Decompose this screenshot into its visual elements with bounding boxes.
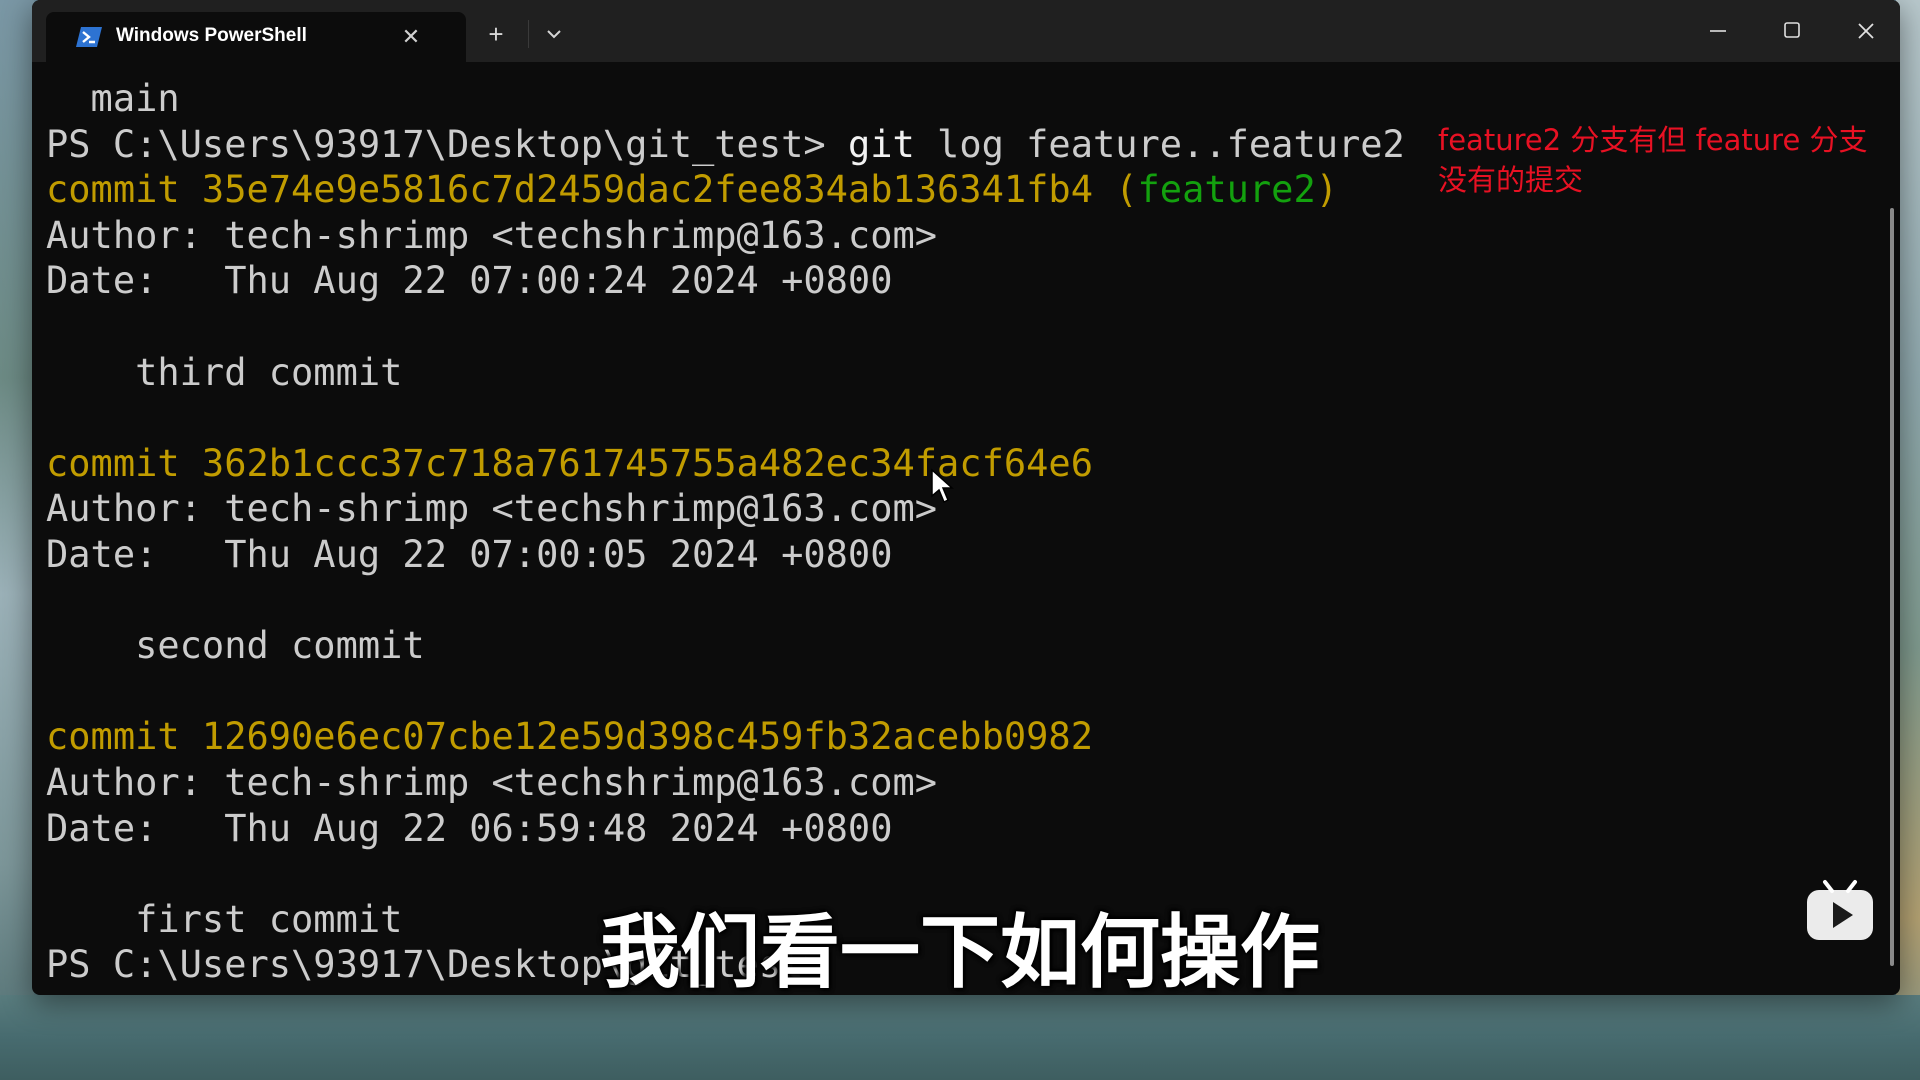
terminal-line: Date: Thu Aug 22 06:59:48 2024 +0800 — [46, 807, 893, 850]
mouse-cursor-icon — [931, 468, 954, 504]
tab-title: Windows PowerShell — [116, 25, 307, 46]
commit-hash: commit 35e74e9e5816c7d2459dac2fee834ab13… — [46, 168, 1116, 211]
maximize-icon[interactable] — [1762, 6, 1822, 56]
command-args: log feature..feature2 — [914, 123, 1405, 166]
annotation-line-2: 没有的提交 — [1438, 163, 1584, 197]
ref-paren-open: ( — [1115, 168, 1138, 211]
video-subtitle: 我们看一下如何操作 — [600, 906, 1320, 999]
terminal-line: Author: tech-shrimp <techshrimp@163.com> — [46, 761, 938, 804]
tab-separator — [528, 20, 529, 48]
terminal-line: Author: tech-shrimp <techshrimp@163.com> — [46, 487, 938, 530]
desktop-background-bottom — [0, 995, 1920, 1080]
prompt-text: PS C:\Users\93917\Desktop\git_test> — [46, 123, 848, 166]
chevron-down-icon[interactable] — [538, 18, 570, 50]
minimize-icon[interactable] — [1688, 6, 1748, 56]
terminal-line: Date: Thu Aug 22 07:00:05 2024 +0800 — [46, 533, 893, 576]
command-text: git — [847, 123, 915, 166]
bilibili-logo-icon — [1807, 880, 1873, 940]
terminal-line: commit 35e74e9e5816c7d2459dac2fee834ab13… — [46, 167, 1338, 212]
close-icon[interactable]: ✕ — [396, 22, 426, 52]
branch-ref: feature2 — [1137, 168, 1316, 211]
ref-paren-close: ) — [1315, 168, 1339, 211]
close-icon[interactable] — [1836, 6, 1896, 56]
terminal-output[interactable]: main PS C:\Users\93917\Desktop\git_test> … — [46, 62, 1886, 992]
scrollbar[interactable] — [1890, 208, 1894, 966]
terminal-line: second commit — [46, 624, 425, 667]
title-bar[interactable]: Windows PowerShell ✕ + — [32, 0, 1900, 62]
terminal-line: Author: tech-shrimp <techshrimp@163.com> — [46, 214, 938, 257]
annotation-note: feature2 分支有但 feature 分支 没有的提交 — [1438, 120, 1878, 200]
annotation-line-1: feature2 分支有但 feature 分支 — [1438, 123, 1868, 157]
terminal-line: third commit — [46, 351, 403, 394]
commit-hash: commit 12690e6ec07cbe12e59d398c459fb32ac… — [46, 715, 1093, 758]
terminal-line: PS C:\Users\93917\Desktop\git_test> git … — [46, 122, 1405, 167]
powershell-icon — [76, 27, 102, 47]
tab-windows-powershell[interactable]: Windows PowerShell ✕ — [46, 12, 466, 62]
terminal-line: Date: Thu Aug 22 07:00:24 2024 +0800 — [46, 259, 893, 302]
terminal-line: main — [46, 77, 180, 120]
terminal-line: commit 12690e6ec07cbe12e59d398c459fb32ac… — [46, 714, 1093, 759]
plus-icon[interactable]: + — [478, 16, 514, 52]
